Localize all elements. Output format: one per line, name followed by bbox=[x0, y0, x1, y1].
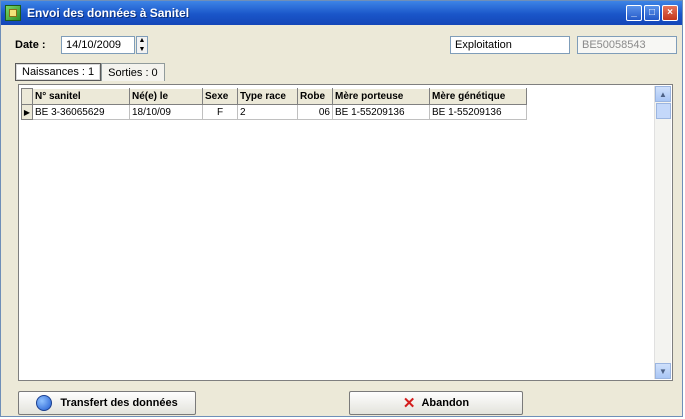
app-icon bbox=[5, 5, 21, 21]
current-row-indicator-icon: ▶ bbox=[21, 104, 33, 120]
scroll-down-icon[interactable]: ▼ bbox=[655, 363, 671, 379]
tab-sorties[interactable]: Sorties : 0 bbox=[101, 63, 165, 81]
table-cell[interactable]: F bbox=[202, 104, 238, 120]
date-label: Date : bbox=[15, 39, 46, 51]
transfer-button[interactable]: Transfert des données bbox=[18, 391, 196, 415]
scroll-thumb[interactable] bbox=[656, 103, 671, 119]
scroll-up-icon[interactable]: ▲ bbox=[655, 86, 671, 102]
close-button[interactable]: × bbox=[662, 5, 678, 21]
tab-naissances[interactable]: Naissances : 1 bbox=[15, 63, 102, 81]
spin-down-icon[interactable]: ▼ bbox=[139, 46, 146, 53]
data-grid[interactable]: N° sanitel Né(e) le Sexe Type race Robe … bbox=[18, 84, 673, 381]
tab-strip: Naissances : 1 Sorties : 0 bbox=[15, 63, 165, 81]
exploitation-number-field: BE50058543 bbox=[577, 36, 677, 54]
title-bar[interactable]: Envoi des données à Sanitel _ □ × bbox=[1, 1, 682, 25]
table-cell[interactable]: 18/10/09 bbox=[129, 104, 203, 120]
cancel-x-icon: ✕ bbox=[402, 395, 416, 412]
spin-up-icon[interactable]: ▲ bbox=[139, 37, 146, 44]
column-header[interactable]: Né(e) le bbox=[129, 88, 203, 105]
cancel-button[interactable]: ✕ Abandon bbox=[349, 391, 523, 415]
exploitation-label-field: Exploitation bbox=[450, 36, 570, 54]
row-header-corner bbox=[21, 88, 33, 105]
cancel-button-label: Abandon bbox=[421, 397, 470, 409]
column-header[interactable]: Sexe bbox=[202, 88, 238, 105]
column-header[interactable]: Mère génétique bbox=[429, 88, 527, 105]
vertical-scrollbar[interactable]: ▲ ▼ bbox=[654, 86, 671, 379]
date-spinner[interactable]: ▲ ▼ bbox=[136, 36, 148, 54]
window-title: Envoi des données à Sanitel bbox=[27, 6, 190, 20]
table-header-row: N° sanitel Né(e) le Sexe Type race Robe … bbox=[21, 88, 527, 105]
table-cell[interactable]: 2 bbox=[237, 104, 298, 120]
table-row[interactable]: ▶ BE 3-36065629 18/10/09 F 2 06 BE 1-552… bbox=[21, 104, 527, 120]
window-controls: _ □ × bbox=[626, 5, 678, 21]
main-window: Envoi des données à Sanitel _ □ × Date :… bbox=[0, 0, 683, 417]
births-table: N° sanitel Né(e) le Sexe Type race Robe … bbox=[21, 88, 527, 120]
table-cell[interactable]: BE 1-55209136 bbox=[332, 104, 430, 120]
maximize-button[interactable]: □ bbox=[644, 5, 660, 21]
table-cell[interactable]: BE 3-36065629 bbox=[32, 104, 130, 120]
column-header[interactable]: Mère porteuse bbox=[332, 88, 430, 105]
date-field[interactable]: 14/10/2009 bbox=[61, 36, 135, 54]
transfer-button-label: Transfert des données bbox=[60, 397, 178, 409]
column-header[interactable]: Type race bbox=[237, 88, 298, 105]
minimize-button[interactable]: _ bbox=[626, 5, 642, 21]
column-header[interactable]: N° sanitel bbox=[32, 88, 130, 105]
table-cell[interactable]: 06 bbox=[297, 104, 333, 120]
column-header[interactable]: Robe bbox=[297, 88, 333, 105]
table-cell[interactable]: BE 1-55209136 bbox=[429, 104, 527, 120]
globe-icon bbox=[36, 395, 53, 411]
